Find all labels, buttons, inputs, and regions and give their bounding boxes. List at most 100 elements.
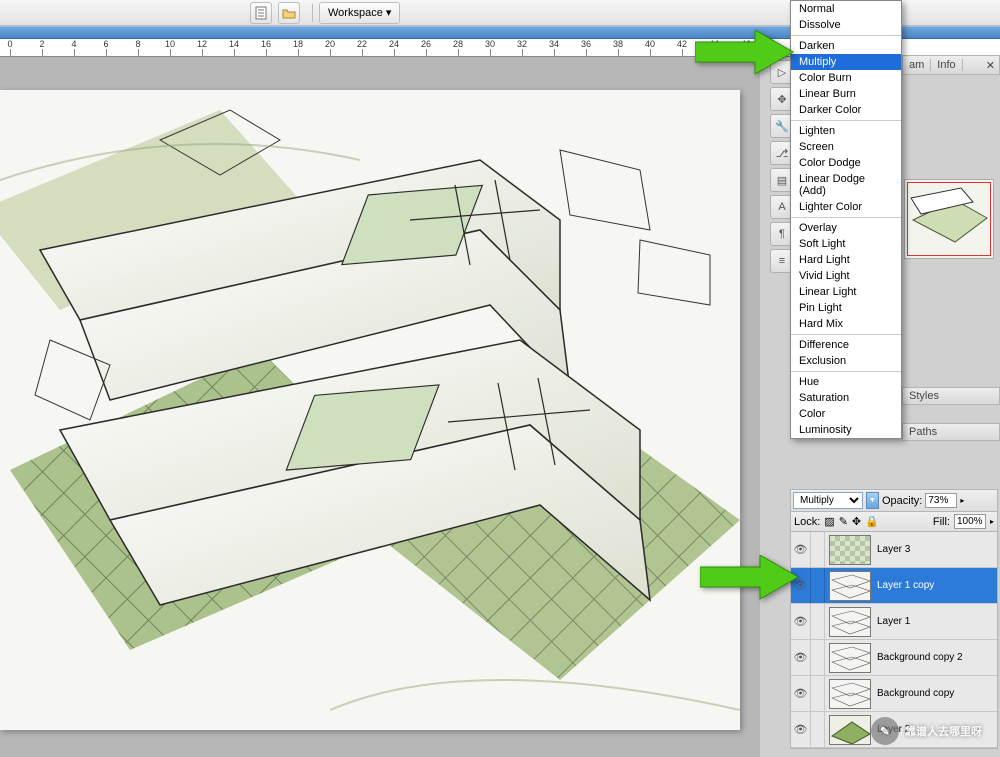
ruler-tick: 24 — [384, 39, 404, 49]
ruler-tick: 6 — [96, 39, 116, 49]
layer-row[interactable]: 👁 Background copy — [791, 676, 997, 712]
link-column — [811, 532, 825, 567]
blend-mode-select[interactable]: Multiply — [793, 492, 863, 509]
document-canvas[interactable] — [0, 90, 740, 730]
layer-thumbnail[interactable] — [829, 643, 871, 673]
lock-brush-icon[interactable]: ✎ — [839, 515, 848, 528]
blend-mode-saturation[interactable]: Saturation — [791, 390, 901, 406]
layer-name-label: Background copy 2 — [875, 652, 997, 663]
blend-mode-difference[interactable]: Difference — [791, 337, 901, 353]
ruler-tick: 22 — [352, 39, 372, 49]
panel-tab-styles[interactable]: Styles — [902, 387, 1000, 405]
watermark-icon: ✎ — [871, 717, 899, 745]
canvas-artwork — [0, 90, 740, 730]
blend-mode-color[interactable]: Color — [791, 406, 901, 422]
blend-mode-exclusion[interactable]: Exclusion — [791, 353, 901, 369]
blend-mode-linear-light[interactable]: Linear Light — [791, 284, 901, 300]
layers-panel: Multiply ▼ Opacity: ▸ Lock: ▨ ✎ ✥ 🔒 Fill… — [790, 489, 998, 749]
ruler-tick: 36 — [576, 39, 596, 49]
layer-row[interactable]: 👁 Layer 1 — [791, 604, 997, 640]
layer-name-label: Layer 3 — [875, 544, 997, 555]
ruler-tick: 34 — [544, 39, 564, 49]
layer-thumbnail[interactable] — [829, 571, 871, 601]
blend-mode-normal[interactable]: Normal — [791, 1, 901, 17]
ruler-tick: 0 — [0, 39, 20, 49]
layer-name-label: Layer 1 copy — [875, 580, 997, 591]
ruler-tick: 18 — [288, 39, 308, 49]
visibility-eye-icon[interactable]: 👁 — [791, 640, 811, 675]
visibility-eye-icon[interactable]: 👁 — [791, 604, 811, 639]
visibility-eye-icon[interactable]: 👁 — [791, 712, 811, 747]
toolbar-doc-icon[interactable] — [250, 2, 272, 24]
blend-mode-overlay[interactable]: Overlay — [791, 220, 901, 236]
annotation-arrow-bottom — [700, 555, 800, 605]
layer-row[interactable]: 👁Layer 3 — [791, 532, 997, 568]
ruler-tick: 42 — [672, 39, 692, 49]
layers-blend-row: Multiply ▼ Opacity: ▸ — [790, 489, 998, 512]
layer-thumbnail[interactable] — [829, 607, 871, 637]
blend-mode-multiply[interactable]: Multiply — [791, 54, 901, 70]
ruler-tick: 32 — [512, 39, 532, 49]
ruler-tick: 2 — [32, 39, 52, 49]
tab-am[interactable]: am — [903, 59, 931, 71]
layers-lock-row: Lock: ▨ ✎ ✥ 🔒 Fill: ▸ — [790, 512, 998, 532]
ruler-tick: 12 — [192, 39, 212, 49]
watermark: ✎ 靠谱人去哪里呀 — [871, 717, 982, 745]
layer-thumbnail[interactable] — [829, 679, 871, 709]
blend-mode-soft-light[interactable]: Soft Light — [791, 236, 901, 252]
blend-select-arrow-icon[interactable]: ▼ — [866, 492, 879, 509]
workspace-selector[interactable]: Workspace ▾ — [319, 2, 400, 24]
ruler-tick: 26 — [416, 39, 436, 49]
lock-transparency-icon[interactable]: ▨ — [824, 515, 834, 528]
blend-mode-dissolve[interactable]: Dissolve — [791, 17, 901, 33]
lock-all-icon[interactable]: 🔒 — [865, 515, 879, 528]
workspace-label: Workspace ▾ — [328, 6, 391, 19]
blend-mode-lighter-color[interactable]: Lighter Color — [791, 199, 901, 215]
blend-mode-luminosity[interactable]: Luminosity — [791, 422, 901, 438]
lock-move-icon[interactable]: ✥ — [852, 515, 861, 528]
layer-name-label: Background copy — [875, 688, 997, 699]
panel-tabs-navigator[interactable]: am Info ✕ — [902, 55, 1000, 75]
layer-thumbnail[interactable] — [829, 715, 871, 745]
blend-mode-hard-mix[interactable]: Hard Mix — [791, 316, 901, 332]
layer-name-label: Layer 1 — [875, 616, 997, 627]
ruler-tick: 20 — [320, 39, 340, 49]
blend-mode-menu[interactable]: NormalDissolveDarkenMultiplyColor BurnLi… — [790, 0, 902, 439]
blend-mode-screen[interactable]: Screen — [791, 139, 901, 155]
visibility-eye-icon[interactable]: 👁 — [791, 676, 811, 711]
link-column — [811, 604, 825, 639]
link-column — [811, 568, 825, 603]
link-column — [811, 676, 825, 711]
ruler-tick: 10 — [160, 39, 180, 49]
blend-mode-color-dodge[interactable]: Color Dodge — [791, 155, 901, 171]
blend-mode-darken[interactable]: Darken — [791, 38, 901, 54]
toolbar-folder-icon[interactable] — [278, 2, 300, 24]
link-column — [811, 712, 825, 747]
layer-row[interactable]: 👁Layer 1 copy — [791, 568, 997, 604]
blend-mode-darker-color[interactable]: Darker Color — [791, 102, 901, 118]
fill-input[interactable] — [954, 514, 986, 529]
blend-mode-pin-light[interactable]: Pin Light — [791, 300, 901, 316]
layer-thumbnail[interactable] — [829, 535, 871, 565]
blend-mode-hard-light[interactable]: Hard Light — [791, 252, 901, 268]
blend-mode-linear-burn[interactable]: Linear Burn — [791, 86, 901, 102]
ruler-tick: 4 — [64, 39, 84, 49]
blend-mode-vivid-light[interactable]: Vivid Light — [791, 268, 901, 284]
ruler-tick: 28 — [448, 39, 468, 49]
blend-mode-hue[interactable]: Hue — [791, 374, 901, 390]
ruler-tick: 14 — [224, 39, 244, 49]
opacity-input[interactable] — [925, 493, 957, 508]
layer-row[interactable]: 👁 Background copy 2 — [791, 640, 997, 676]
tab-info[interactable]: Info — [931, 59, 962, 71]
panel-tab-paths[interactable]: Paths — [902, 423, 1000, 441]
blend-mode-lighten[interactable]: Lighten — [791, 123, 901, 139]
annotation-arrow-top — [695, 30, 795, 80]
ruler-tick: 30 — [480, 39, 500, 49]
blend-mode-linear-dodge-add-[interactable]: Linear Dodge (Add) — [791, 171, 901, 199]
lock-label: Lock: — [794, 516, 820, 528]
blend-mode-color-burn[interactable]: Color Burn — [791, 70, 901, 86]
watermark-text: 靠谱人去哪里呀 — [905, 723, 982, 739]
navigator-thumbnail[interactable] — [904, 179, 994, 259]
ruler-tick: 8 — [128, 39, 148, 49]
ruler-tick: 38 — [608, 39, 628, 49]
